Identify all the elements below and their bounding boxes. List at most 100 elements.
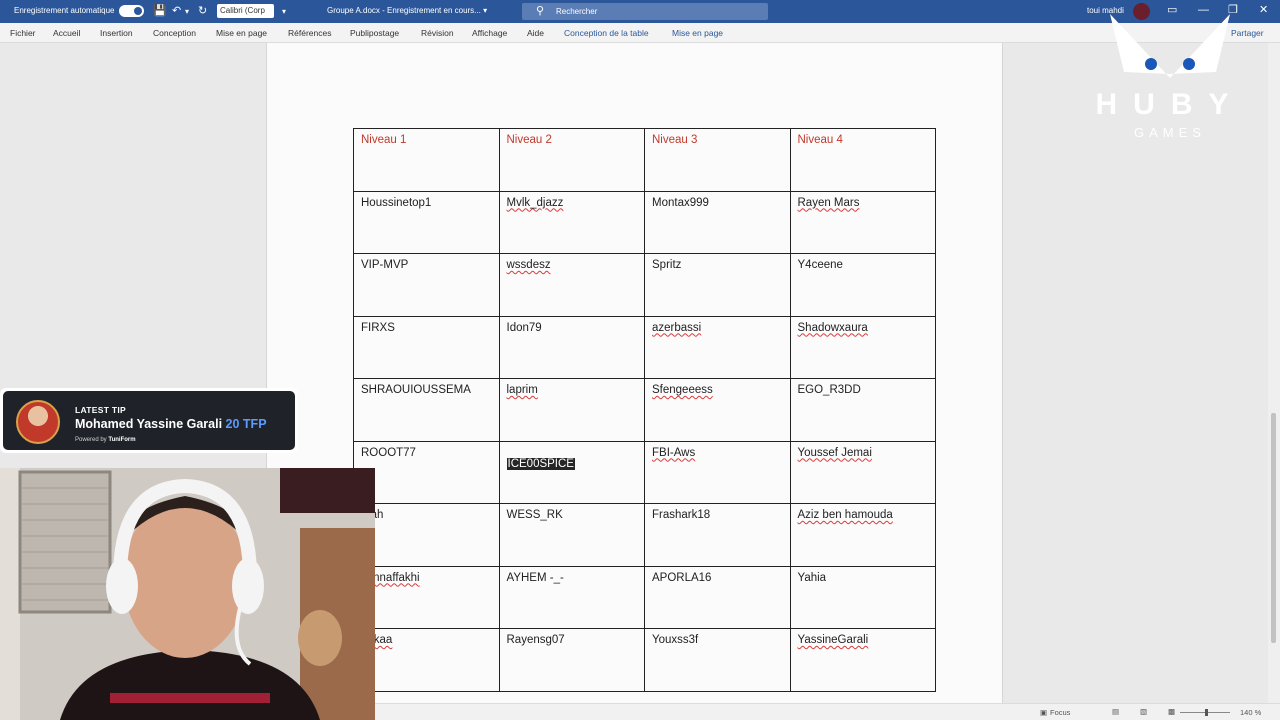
font-name-combo[interactable]: Calibri (Corp bbox=[217, 4, 274, 18]
tab-fichier[interactable]: Fichier bbox=[10, 28, 36, 38]
tip-amount: 20 TFP bbox=[225, 417, 267, 431]
zoom-slider-thumb[interactable] bbox=[1205, 709, 1208, 716]
focus-icon[interactable]: ▣ bbox=[1040, 708, 1047, 717]
read-mode-icon[interactable]: ▤ bbox=[1112, 707, 1119, 716]
table-cell[interactable]: FBI-Aws bbox=[644, 440, 791, 504]
table-cell[interactable]: EGO_R3DD bbox=[789, 378, 936, 442]
table-header-row: Niveau 1 Niveau 2 Niveau 3 Niveau 4 bbox=[353, 128, 936, 192]
cell-text: Mvlk_djazz bbox=[506, 196, 564, 209]
table-cell[interactable]: Mvlk_djazz bbox=[498, 190, 645, 254]
cell-text: Rayen Mars bbox=[797, 196, 860, 209]
table-cell[interactable]: Spritz bbox=[644, 253, 791, 317]
tab-aide[interactable]: Aide bbox=[527, 28, 544, 38]
table-row: oukaa Rayensg07 Youxss3f YassineGarali bbox=[353, 628, 936, 692]
scrollbar-thumb[interactable] bbox=[1271, 413, 1276, 643]
document-title[interactable]: Groupe A.docx - Enregistrement en cours.… bbox=[327, 6, 487, 15]
print-layout-icon[interactable]: ▧ bbox=[1140, 707, 1147, 716]
tab-publipostage[interactable]: Publipostage bbox=[350, 28, 399, 38]
table-cell[interactable]: AYHEM -_- bbox=[498, 565, 645, 629]
tip-label: LATEST TIP bbox=[75, 405, 127, 415]
logo-subtitle: GAMES bbox=[1134, 125, 1206, 140]
table-row: Houssinetop1 Mvlk_djazz Montax999 Rayen … bbox=[353, 190, 936, 254]
undo-icon[interactable]: ↶ bbox=[172, 4, 181, 18]
table-row: VIP-MVP wssdesz Spritz Y4ceene bbox=[353, 253, 936, 317]
tab-affichage[interactable]: Affichage bbox=[472, 28, 507, 38]
tab-mise-en-page[interactable]: Mise en page bbox=[216, 28, 267, 38]
tab-table-design[interactable]: Conception de la table bbox=[564, 28, 649, 38]
table-cell[interactable]: Houssinetop1 bbox=[353, 190, 500, 254]
search-placeholder: Rechercher bbox=[556, 7, 598, 16]
table-row: SHRAOUIOUSSEMA laprim Sfengeeess EGO_R3D… bbox=[353, 378, 936, 442]
table-header-cell[interactable]: Niveau 1 bbox=[353, 128, 500, 192]
table-cell[interactable]: Rayen Mars bbox=[789, 190, 936, 254]
table-cell[interactable]: laprim bbox=[498, 378, 645, 442]
cell-text: laprim bbox=[506, 384, 538, 396]
powered-by-brand: TuniForm bbox=[108, 437, 136, 443]
logo-eye-right bbox=[1183, 58, 1195, 70]
search-box[interactable]: ⚲ Rechercher bbox=[522, 3, 768, 20]
table-cell[interactable]: ICE00SPICE bbox=[498, 440, 645, 504]
table-cell[interactable]: Yahia bbox=[789, 565, 936, 629]
webcam-image bbox=[0, 468, 375, 720]
selected-cell-text: ICE00SPICE bbox=[506, 457, 575, 470]
table-cell[interactable]: Y4ceene bbox=[789, 253, 936, 317]
table-row: htah WESS_RK Frashark18 Aziz ben hamouda bbox=[353, 503, 936, 567]
tab-conception[interactable]: Conception bbox=[153, 28, 196, 38]
table-cell[interactable]: Youxss3f bbox=[644, 628, 791, 692]
table-cell[interactable]: Sfengeeess bbox=[644, 378, 791, 442]
cell-text: Sfengeeess bbox=[652, 384, 713, 396]
customize-toolbar-icon[interactable]: ▾ bbox=[282, 5, 286, 19]
table-cell[interactable]: Montax999 bbox=[644, 190, 791, 254]
table-header-cell[interactable]: Niveau 2 bbox=[498, 128, 645, 192]
table-cell[interactable]: htah bbox=[353, 503, 500, 567]
table-cell[interactable]: SHRAOUIOUSSEMA bbox=[353, 378, 500, 442]
table-header-cell[interactable]: Niveau 4 bbox=[789, 128, 936, 192]
redo-icon[interactable]: ↻ bbox=[198, 4, 207, 18]
table-cell[interactable]: ROOOT77 bbox=[353, 440, 500, 504]
table-cell[interactable]: Aziz ben hamouda bbox=[789, 503, 936, 567]
vertical-scrollbar[interactable] bbox=[1268, 43, 1280, 703]
zoom-level[interactable]: 140 % bbox=[1240, 708, 1261, 717]
save-icon[interactable]: 💾 bbox=[153, 4, 167, 18]
table-cell[interactable]: Rayensg07 bbox=[498, 628, 645, 692]
table-row: FIRXS Idon79 azerbassi Shadowxaura bbox=[353, 315, 936, 379]
autosave-toggle[interactable] bbox=[119, 5, 144, 17]
table-cell[interactable]: FIRXS bbox=[353, 315, 500, 379]
tab-insertion[interactable]: Insertion bbox=[100, 28, 133, 38]
logo-title: HUBY bbox=[1095, 88, 1244, 121]
table-cell[interactable]: Idon79 bbox=[498, 315, 645, 379]
table-cell[interactable]: Shadowxaura bbox=[789, 315, 936, 379]
table-cell[interactable]: wssdesz bbox=[498, 253, 645, 317]
table-cell[interactable]: YassineGarali bbox=[789, 628, 936, 692]
table-cell[interactable]: oukaa bbox=[353, 628, 500, 692]
powered-by-label: Powered by bbox=[75, 437, 107, 443]
levels-table[interactable]: Niveau 1 Niveau 2 Niveau 3 Niveau 4 Hous… bbox=[353, 128, 936, 692]
tab-references[interactable]: Références bbox=[288, 28, 331, 38]
table-cell[interactable]: VIP-MVP bbox=[353, 253, 500, 317]
web-layout-icon[interactable]: ▩ bbox=[1168, 707, 1175, 716]
table-cell[interactable]: Youssef Jemai bbox=[789, 440, 936, 504]
cell-text: azerbassi bbox=[652, 321, 702, 334]
cell-text: YassineGarali bbox=[797, 634, 869, 646]
table-cell[interactable]: Frashark18 bbox=[644, 503, 791, 567]
focus-button[interactable]: Focus bbox=[1050, 708, 1070, 717]
tab-accueil[interactable]: Accueil bbox=[53, 28, 80, 38]
cell-text: Shadowxaura bbox=[797, 321, 868, 334]
huby-games-logo: HUBY GAMES bbox=[1095, 14, 1244, 140]
table-cell[interactable]: APORLA16 bbox=[644, 565, 791, 629]
cell-text: Youssef Jemai bbox=[797, 446, 872, 459]
table-cell[interactable]: yennaffakhi bbox=[353, 565, 500, 629]
undo-dropdown-icon[interactable]: ▾ bbox=[185, 5, 189, 19]
tab-revision[interactable]: Révision bbox=[421, 28, 454, 38]
table-cell[interactable]: azerbassi bbox=[644, 315, 791, 379]
tip-card: LATEST TIP Mohamed Yassine Garali 20 TFP… bbox=[3, 391, 295, 450]
tipper-avatar bbox=[16, 400, 60, 444]
webcam-feed bbox=[0, 468, 375, 720]
table-header-cell[interactable]: Niveau 3 bbox=[644, 128, 791, 192]
table-cell[interactable]: WESS_RK bbox=[498, 503, 645, 567]
autosave-label: Enregistrement automatique bbox=[14, 6, 115, 15]
close-icon[interactable]: ✕ bbox=[1259, 3, 1268, 18]
tip-name: Mohamed Yassine Garali 20 TFP bbox=[75, 417, 267, 431]
tab-table-layout[interactable]: Mise en page bbox=[672, 28, 723, 38]
logo-eye-left bbox=[1145, 58, 1157, 70]
